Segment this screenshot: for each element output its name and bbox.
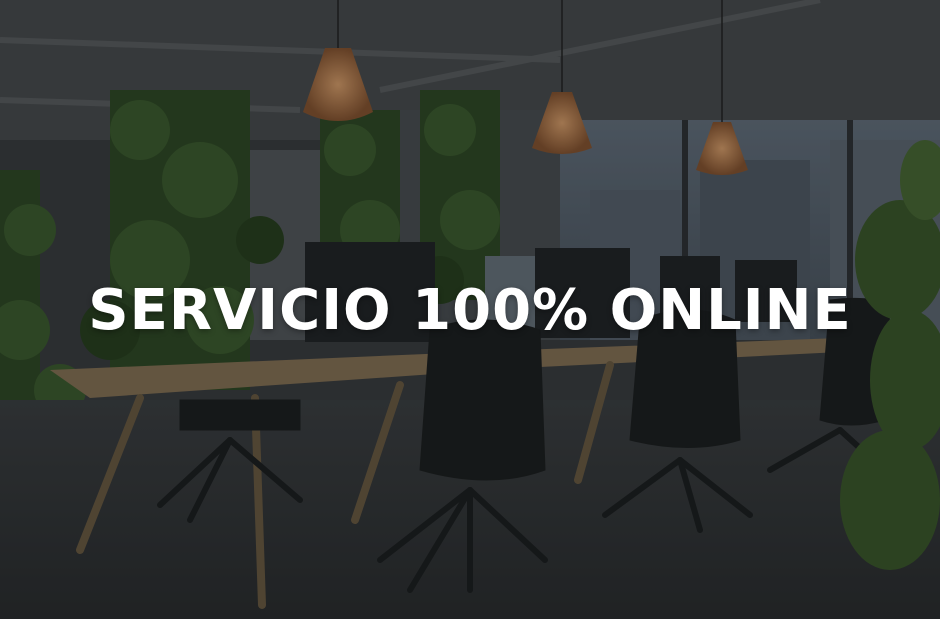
hero-banner: SERVICIO 100% ONLINE [0, 0, 940, 619]
hero-headline: SERVICIO 100% ONLINE [88, 278, 852, 343]
